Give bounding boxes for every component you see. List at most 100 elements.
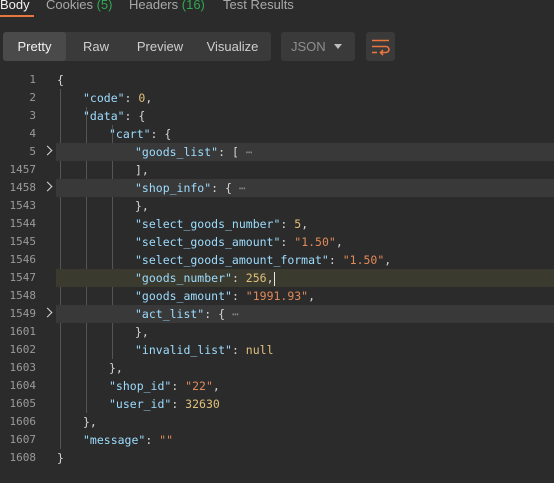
code-text: "shop_id": "22", [109,377,220,395]
json-punctuation: : [328,253,343,267]
code-line: 1601}, [0,323,554,341]
code-line: 1546 "select_goods_amount_format": "1.50"… [0,251,554,269]
caret-down-icon [334,44,342,49]
code-line: 1543}, [0,197,554,215]
code-line: 1606}, [0,413,554,431]
line-number: 1601 [9,325,37,338]
code-line: 3 "data": { [0,107,554,125]
tab-cookies[interactable]: Cookies (5) [46,0,112,14]
code-text: "goods_list": [ ⋯ [135,143,253,161]
line-number: 1602 [9,343,37,356]
json-key: "shop_id" [109,379,172,393]
json-punctuation: , [335,235,343,249]
json-key: "message" [83,433,146,447]
code-text: "select_goods_amount_format": "1.50", [135,251,391,269]
code-text: "act_list": { ⋯ [135,305,239,323]
code-text: "code": 0, [83,89,152,107]
code-line: 1{ [0,71,554,89]
json-punctuation: : [231,289,246,303]
json-punctuation: : [124,91,139,105]
collapsed-ellipsis[interactable]: ⋯ [239,181,246,195]
json-punctuation: , [384,253,392,267]
code-line: 1608} [0,449,554,467]
json-punctuation: }, [135,199,149,213]
code-text: ], [135,161,149,179]
tab-headers-label: Headers [129,0,179,12]
json-string: "22" [185,379,213,393]
json-punctuation: }, [109,361,123,375]
view-mode-raw[interactable]: Raw [66,32,126,61]
chevron-right-icon[interactable] [42,181,53,192]
code-text: "shop_info": { ⋯ [135,179,246,197]
json-punctuation: { [57,73,64,87]
tab-headers[interactable]: Headers (16) [129,0,205,14]
chevron-right-icon[interactable] [42,307,53,318]
json-punctuation: : [231,271,246,285]
code-line: 1604 "shop_id": "22", [0,377,554,395]
tab-test-results[interactable]: Test Results [223,0,294,14]
code-line: 1544 "select_goods_number": 5, [0,215,554,233]
json-punctuation: , [145,91,153,105]
tab-cookies-label: Cookies [46,0,93,12]
json-string: "1.50" [294,235,336,249]
tab-body[interactable]: Body [0,0,30,14]
json-key: "code" [83,91,125,105]
code-text: }, [135,197,149,215]
active-tab-indicator [0,15,34,17]
code-line: 1457], [0,161,554,179]
json-key: "shop_info" [135,181,212,195]
json-punctuation: , [212,379,220,393]
json-string: "1.50" [342,253,385,267]
code-text: "select_goods_number": 5, [135,215,308,233]
json-punctuation: } [57,451,64,465]
code-text: "select_goods_amount": "1.50", [135,233,343,251]
line-number: 1548 [9,289,37,302]
wrap-lines-icon [372,39,390,56]
line-number: 1547 [9,271,37,284]
line-number: 1608 [9,451,37,464]
collapsed-ellipsis[interactable]: ⋯ [246,145,253,159]
json-punctuation: : [171,397,186,411]
wrap-lines-button[interactable] [366,32,395,61]
view-mode-visualize[interactable]: Visualize [194,32,271,61]
json-punctuation: ], [135,163,149,177]
code-line: 1603}, [0,359,554,377]
chevron-right-icon[interactable] [42,145,53,156]
json-key: "goods_list" [135,145,219,159]
line-number: 1603 [9,361,37,374]
line-number: 1546 [9,253,37,266]
collapsed-ellipsis[interactable]: ⋯ [232,307,239,321]
json-punctuation: }, [135,325,149,339]
line-number: 3 [29,109,36,122]
json-value: null [245,343,274,357]
code-line: 1547 "goods_number": 256, [0,269,554,287]
code-text: "message": "" [83,431,173,449]
code-text: } [57,449,64,467]
json-punctuation: , [301,217,309,231]
json-string: "" [159,433,174,447]
code-text: }, [109,359,123,377]
tab-body-label: Body [0,0,30,12]
json-punctuation: , [308,289,316,303]
format-select[interactable]: JSON [281,32,355,61]
json-string: "1991.93" [245,289,309,303]
code-text: "user_id": 32630 [109,395,220,413]
json-key: "goods_number" [135,271,232,285]
json-punctuation: : { [211,181,239,195]
view-mode-pretty[interactable]: Pretty [3,32,66,61]
json-key: "act_list" [135,307,205,321]
line-number: 1607 [9,433,37,446]
view-mode-preview[interactable]: Preview [126,32,194,61]
line-number: 4 [29,127,36,140]
json-key: "data" [83,109,125,123]
code-line: 1605 "user_id": 32630 [0,395,554,413]
code-line: 1458 "shop_info": { ⋯ [0,179,554,197]
json-key: "user_id" [109,397,172,411]
line-number: 2 [29,91,36,104]
code-line: 4 "cart": { [0,125,554,143]
json-punctuation: , [266,271,274,285]
json-key: "select_goods_amount" [135,235,281,249]
tab-test-results-label: Test Results [223,0,294,12]
code-text: "data": { [83,107,145,125]
response-tabs: Body Cookies (5) Headers (16) Test Resul… [0,0,554,17]
